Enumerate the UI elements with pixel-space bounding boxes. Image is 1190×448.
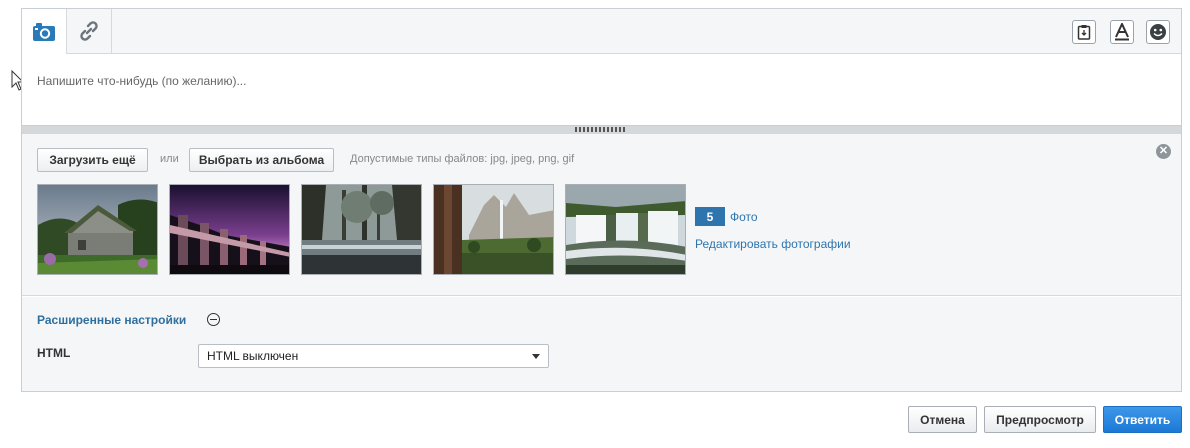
html-label: HTML	[37, 346, 71, 360]
photo-thumbnail-waterfalls[interactable]	[565, 184, 686, 275]
edit-photos-link[interactable]: Редактировать фотографии	[695, 237, 851, 251]
emoji-button[interactable]	[1146, 20, 1170, 44]
font-format-button[interactable]	[1110, 20, 1134, 44]
photo-count-badge: 5	[695, 207, 725, 226]
smiley-icon	[1150, 24, 1166, 40]
or-label: или	[160, 153, 179, 165]
html-mode-value: HTML выключен	[207, 349, 299, 363]
photo-thumbnail-waterfall-cliff[interactable]	[433, 184, 554, 275]
preview-button[interactable]: Предпросмотр	[984, 406, 1096, 433]
advanced-settings-panel: Расширенные настройки HTML HTML выключен	[22, 297, 1181, 391]
link-tab-button[interactable]	[67, 9, 112, 53]
photo-tab-button[interactable]	[22, 9, 67, 54]
grip-icon	[575, 127, 627, 132]
textarea-resize-handle[interactable]	[22, 125, 1181, 134]
clipboard-button[interactable]	[1072, 20, 1096, 44]
photo-thumbnail-forest-lake[interactable]	[301, 184, 422, 275]
link-icon	[80, 21, 98, 41]
photo-thumbnail-cabin[interactable]	[37, 184, 158, 275]
post-text-input[interactable]	[22, 54, 1181, 125]
dropdown-arrow-icon	[532, 354, 540, 359]
allowed-file-types: Допустимые типы файлов: jpg, jpeg, png, …	[350, 153, 575, 165]
upload-more-button[interactable]: Загрузить ещё	[37, 148, 148, 172]
advanced-settings-toggle[interactable]: Расширенные настройки	[37, 313, 186, 327]
camera-icon	[33, 22, 55, 41]
close-icon[interactable]: ✕	[1156, 144, 1171, 159]
editor-toolbar	[22, 9, 1181, 54]
choose-from-album-button[interactable]: Выбрать из альбома	[189, 148, 334, 172]
reply-button[interactable]: Ответить	[1103, 406, 1182, 433]
font-icon	[1115, 23, 1129, 41]
collapse-icon[interactable]	[207, 313, 220, 326]
photo-thumbnail-castle-night[interactable]	[169, 184, 290, 275]
post-editor: Загрузить ещё или Выбрать из альбома Доп…	[21, 8, 1182, 392]
clipboard-icon	[1077, 25, 1091, 40]
html-mode-select[interactable]: HTML выключен	[198, 344, 549, 368]
cancel-button[interactable]: Отмена	[908, 406, 977, 433]
photo-upload-panel: Загрузить ещё или Выбрать из альбома Доп…	[22, 134, 1181, 296]
photo-count-label[interactable]: Фото	[730, 210, 758, 224]
